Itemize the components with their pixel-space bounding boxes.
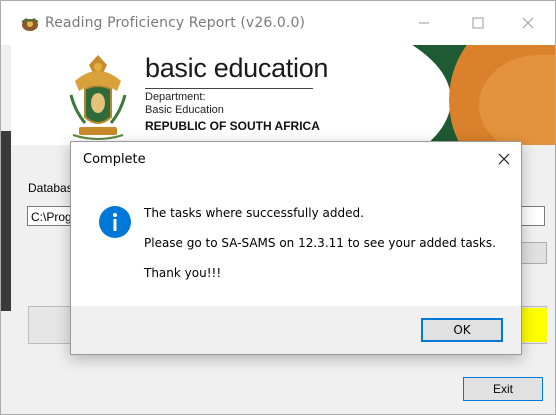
ok-button[interactable]: OK (421, 318, 503, 342)
exit-button[interactable]: Exit (463, 377, 543, 401)
database-label: Databas (28, 181, 73, 195)
country-name: REPUBLIC OF SOUTH AFRICA (145, 119, 320, 133)
side-button[interactable] (521, 242, 547, 264)
minimize-button[interactable] (401, 1, 447, 45)
brand-underline (145, 88, 313, 89)
dialog-title: Complete (83, 152, 146, 167)
dialog-message-line2: Please go to SA-SAMS on 12.3.11 to see y… (144, 236, 496, 250)
close-icon (498, 153, 510, 165)
minimize-icon (419, 22, 429, 24)
title-bar[interactable]: Reading Proficiency Report (v26.0.0) (1, 1, 555, 45)
brand-name: basic education (145, 53, 329, 83)
close-icon (522, 17, 534, 29)
coat-of-arms-icon (69, 55, 127, 140)
dialog-message-line1: The tasks where successfully added. (144, 206, 364, 220)
maximize-button[interactable] (455, 1, 501, 45)
department-label: Department: (145, 91, 206, 103)
department-name: Basic Education (145, 104, 224, 116)
window-close-button[interactable] (505, 1, 551, 45)
header-banner: basic education Department: Basic Educat… (11, 45, 555, 145)
window-title: Reading Proficiency Report (v26.0.0) (45, 15, 306, 31)
left-edge-strip (1, 131, 11, 311)
dialog-close-button[interactable] (491, 146, 517, 172)
info-icon (99, 206, 131, 238)
complete-dialog: Complete The tasks where successfully ad… (70, 141, 522, 355)
dialog-message-line3: Thank you!!! (144, 266, 222, 280)
app-logo-icon (21, 18, 39, 31)
maximize-icon (472, 17, 484, 29)
